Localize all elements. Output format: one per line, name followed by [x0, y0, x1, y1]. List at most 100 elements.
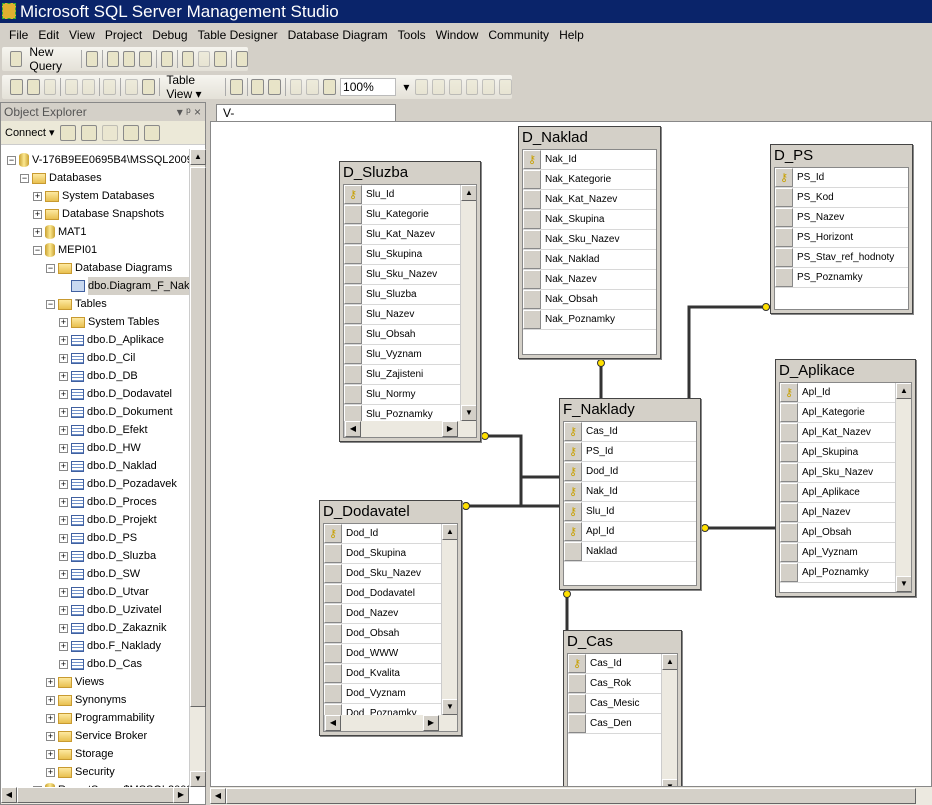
expand-icon[interactable]: +	[46, 677, 55, 687]
expand-icon[interactable]: +	[59, 515, 68, 525]
row-selector[interactable]	[324, 544, 342, 563]
table-d-dodavatel[interactable]: D_Dodavatel ⚷ Dod_Id Dod_Skupina Dod_Sku_Naz…	[319, 500, 462, 736]
column-row[interactable]: Apl_Aplikace	[780, 483, 895, 503]
arrange-selection-icon[interactable]	[251, 79, 265, 95]
row-selector[interactable]	[523, 270, 541, 289]
row-selector[interactable]	[564, 542, 582, 561]
column-row[interactable]: Nak_Nazev	[523, 270, 656, 290]
scroll-right-button[interactable]: ▶	[423, 715, 439, 731]
row-selector[interactable]	[780, 403, 798, 422]
column-row[interactable]: PS_Horizont	[775, 228, 908, 248]
show-relationship-labels-icon[interactable]	[306, 79, 320, 95]
row-selector[interactable]	[344, 385, 362, 404]
row-selector[interactable]	[324, 624, 342, 643]
remove-from-diagram-icon[interactable]	[81, 79, 95, 95]
menu-window[interactable]: Window	[431, 28, 484, 42]
column-row[interactable]: Nak_Poznamky	[523, 310, 656, 330]
tree-node[interactable]: + dbo.D_Sluzba	[59, 547, 156, 565]
disconnect-icon[interactable]	[80, 124, 97, 141]
menu-view[interactable]: View	[64, 28, 100, 42]
relationships-icon[interactable]	[415, 79, 428, 95]
expand-icon[interactable]: +	[46, 731, 55, 741]
column-row[interactable]: Nak_Kategorie	[523, 170, 656, 190]
scroll-down-button[interactable]: ▼	[442, 699, 457, 715]
row-selector[interactable]	[568, 674, 586, 693]
tree-node[interactable]: + Programmability	[46, 709, 154, 727]
primary-key-icon[interactable]: ⚷	[523, 150, 541, 169]
spatial-index-icon[interactable]	[499, 79, 512, 95]
tree-node[interactable]: − Tables	[46, 295, 107, 313]
row-selector[interactable]	[344, 345, 362, 364]
column-row[interactable]: Apl_Vyznam	[780, 543, 895, 563]
scroll-right-button[interactable]: ▶	[442, 421, 458, 437]
row-selector[interactable]	[344, 245, 362, 264]
tree-node[interactable]: + System Databases	[33, 187, 154, 205]
primary-key-icon[interactable]: ⚷	[344, 185, 362, 204]
row-selector[interactable]	[324, 644, 342, 663]
save-icon[interactable]	[198, 51, 211, 67]
table-vertical-scrollbar[interactable]: ▲ ▼	[661, 654, 677, 786]
scroll-up-button[interactable]: ▲	[461, 185, 476, 201]
scroll-up-button[interactable]: ▲	[896, 383, 911, 399]
expand-icon[interactable]: +	[59, 551, 68, 561]
row-selector[interactable]	[344, 365, 362, 384]
column-row[interactable]: PS_Stav_ref_hodnoty	[775, 248, 908, 268]
primary-key-icon[interactable]: ⚷	[564, 522, 582, 541]
menu-help[interactable]: Help	[554, 28, 589, 42]
column-row[interactable]: Dod_Dodavatel	[324, 584, 441, 604]
column-row[interactable]: Nak_Obsah	[523, 290, 656, 310]
tree-node[interactable]: − MEPI01	[33, 241, 97, 259]
expand-icon[interactable]: +	[59, 389, 68, 399]
tree-node[interactable]: + dbo.D_HW	[59, 439, 141, 457]
column-row[interactable]: Dod_Vyznam	[324, 684, 441, 704]
tree-node[interactable]: + dbo.D_Efekt	[59, 421, 148, 439]
primary-key-icon[interactable]: ⚷	[780, 383, 798, 402]
tree-node[interactable]: + dbo.D_Projekt	[59, 511, 157, 529]
column-row[interactable]: Nak_Naklad	[523, 250, 656, 270]
row-selector[interactable]	[344, 205, 362, 224]
primary-key-icon[interactable]: ⚷	[568, 654, 586, 673]
column-row[interactable]: Naklad	[564, 542, 696, 562]
new-query-icon[interactable]	[10, 51, 23, 67]
expand-icon[interactable]: +	[59, 461, 68, 471]
column-row[interactable]: Nak_Sku_Nazev	[523, 230, 656, 250]
panel-controls[interactable]: ▾ ᵖ ×	[177, 103, 201, 121]
menu-debug[interactable]: Debug	[147, 28, 192, 42]
tree-node[interactable]: + dbo.D_Cil	[59, 349, 135, 367]
table-horizontal-scrollbar[interactable]: ◀ ▶	[324, 715, 457, 731]
column-row[interactable]: Slu_Vyznam	[344, 345, 460, 365]
column-row[interactable]: Cas_Den	[568, 714, 661, 734]
row-selector[interactable]	[344, 265, 362, 284]
expand-icon[interactable]: +	[46, 767, 55, 777]
table-title[interactable]: D_Dodavatel	[320, 501, 461, 522]
table-d-sluzba[interactable]: D_Sluzba ⚷ Slu_Id Slu_Kategorie Slu_Kat_Naze…	[339, 161, 481, 442]
table-vertical-scrollbar[interactable]: ▲ ▼	[895, 383, 911, 592]
column-row[interactable]: Slu_Kat_Nazev	[344, 225, 460, 245]
menu-tools[interactable]: Tools	[393, 28, 431, 42]
row-selector[interactable]	[780, 503, 798, 522]
primary-key-icon[interactable]	[124, 79, 138, 95]
column-row[interactable]: Apl_Kategorie	[780, 403, 895, 423]
expand-icon[interactable]: +	[59, 407, 68, 417]
row-selector[interactable]	[523, 170, 541, 189]
column-row[interactable]: ⚷ Dod_Id	[564, 462, 696, 482]
row-selector[interactable]	[523, 250, 541, 269]
expand-icon[interactable]: +	[59, 605, 68, 615]
row-selector[interactable]	[780, 443, 798, 462]
expand-icon[interactable]: +	[59, 641, 68, 651]
scroll-down-button[interactable]: ▼	[662, 779, 677, 786]
add-related-tables-icon[interactable]	[43, 79, 57, 95]
new-text-annotation-icon[interactable]	[289, 79, 303, 95]
column-row[interactable]: ⚷ PS_Id	[775, 168, 908, 188]
tree-node[interactable]: + dbo.F_Naklady	[59, 637, 161, 655]
autosize-icon[interactable]	[229, 79, 243, 95]
h-scroll-thumb[interactable]	[226, 788, 916, 804]
expand-icon[interactable]: +	[46, 695, 55, 705]
row-selector[interactable]	[523, 310, 541, 329]
row-selector[interactable]	[780, 563, 798, 582]
mdx-query-icon[interactable]	[139, 51, 152, 67]
primary-key-icon[interactable]: ⚷	[324, 524, 342, 543]
new-file-icon[interactable]	[85, 51, 98, 67]
stop-icon[interactable]	[101, 124, 118, 141]
row-selector[interactable]	[775, 208, 793, 227]
